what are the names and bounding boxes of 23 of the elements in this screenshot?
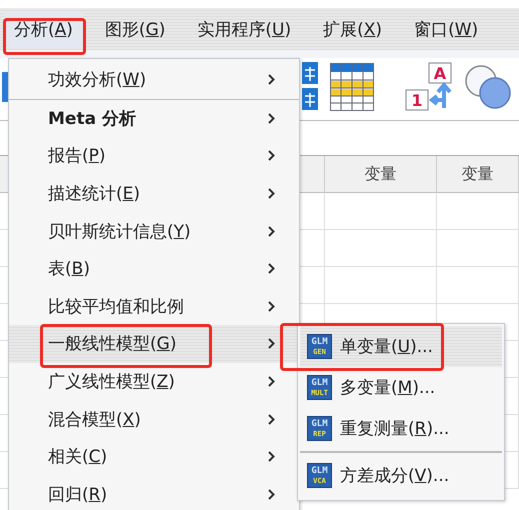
menu-item[interactable]: 窗口(W): [404, 12, 488, 46]
menu-item[interactable]: 一般线性模型(G): [9, 325, 299, 363]
menu-item[interactable]: 功效分析(W): [9, 61, 299, 99]
menu-item[interactable]: 比较平均值和比例: [9, 288, 299, 326]
menu-item[interactable]: 广义线性模型(Z): [9, 362, 299, 400]
column-header[interactable]: 变量: [437, 156, 519, 193]
menu-item[interactable]: 描述统计(E): [9, 174, 299, 212]
menu-item[interactable]: 分析(A): [4, 12, 83, 46]
menu-item[interactable]: 贝叶斯统计信息(Y): [9, 212, 299, 250]
menu-item[interactable]: 回归(R): [9, 476, 299, 510]
icon-label: GLM: [311, 419, 328, 429]
menu-item[interactable]: 相关(C): [9, 438, 299, 476]
menu-item[interactable]: 扩展(X): [313, 12, 392, 46]
column-header[interactable]: 变量: [325, 156, 437, 193]
menu-item[interactable]: 混合模型(X): [9, 400, 299, 438]
menu-item[interactable]: 表(B): [9, 250, 299, 288]
menu-item[interactable]: 图形(G): [94, 12, 176, 46]
icon-label: GLM: [311, 337, 328, 347]
menu-item[interactable]: Meta 分析: [9, 100, 299, 138]
menu-item[interactable]: 报告(P): [9, 137, 299, 175]
icon-label: GLM: [311, 466, 328, 476]
menu-item[interactable]: 实用程序(U): [187, 12, 302, 46]
icon-label: GLM: [311, 378, 328, 388]
